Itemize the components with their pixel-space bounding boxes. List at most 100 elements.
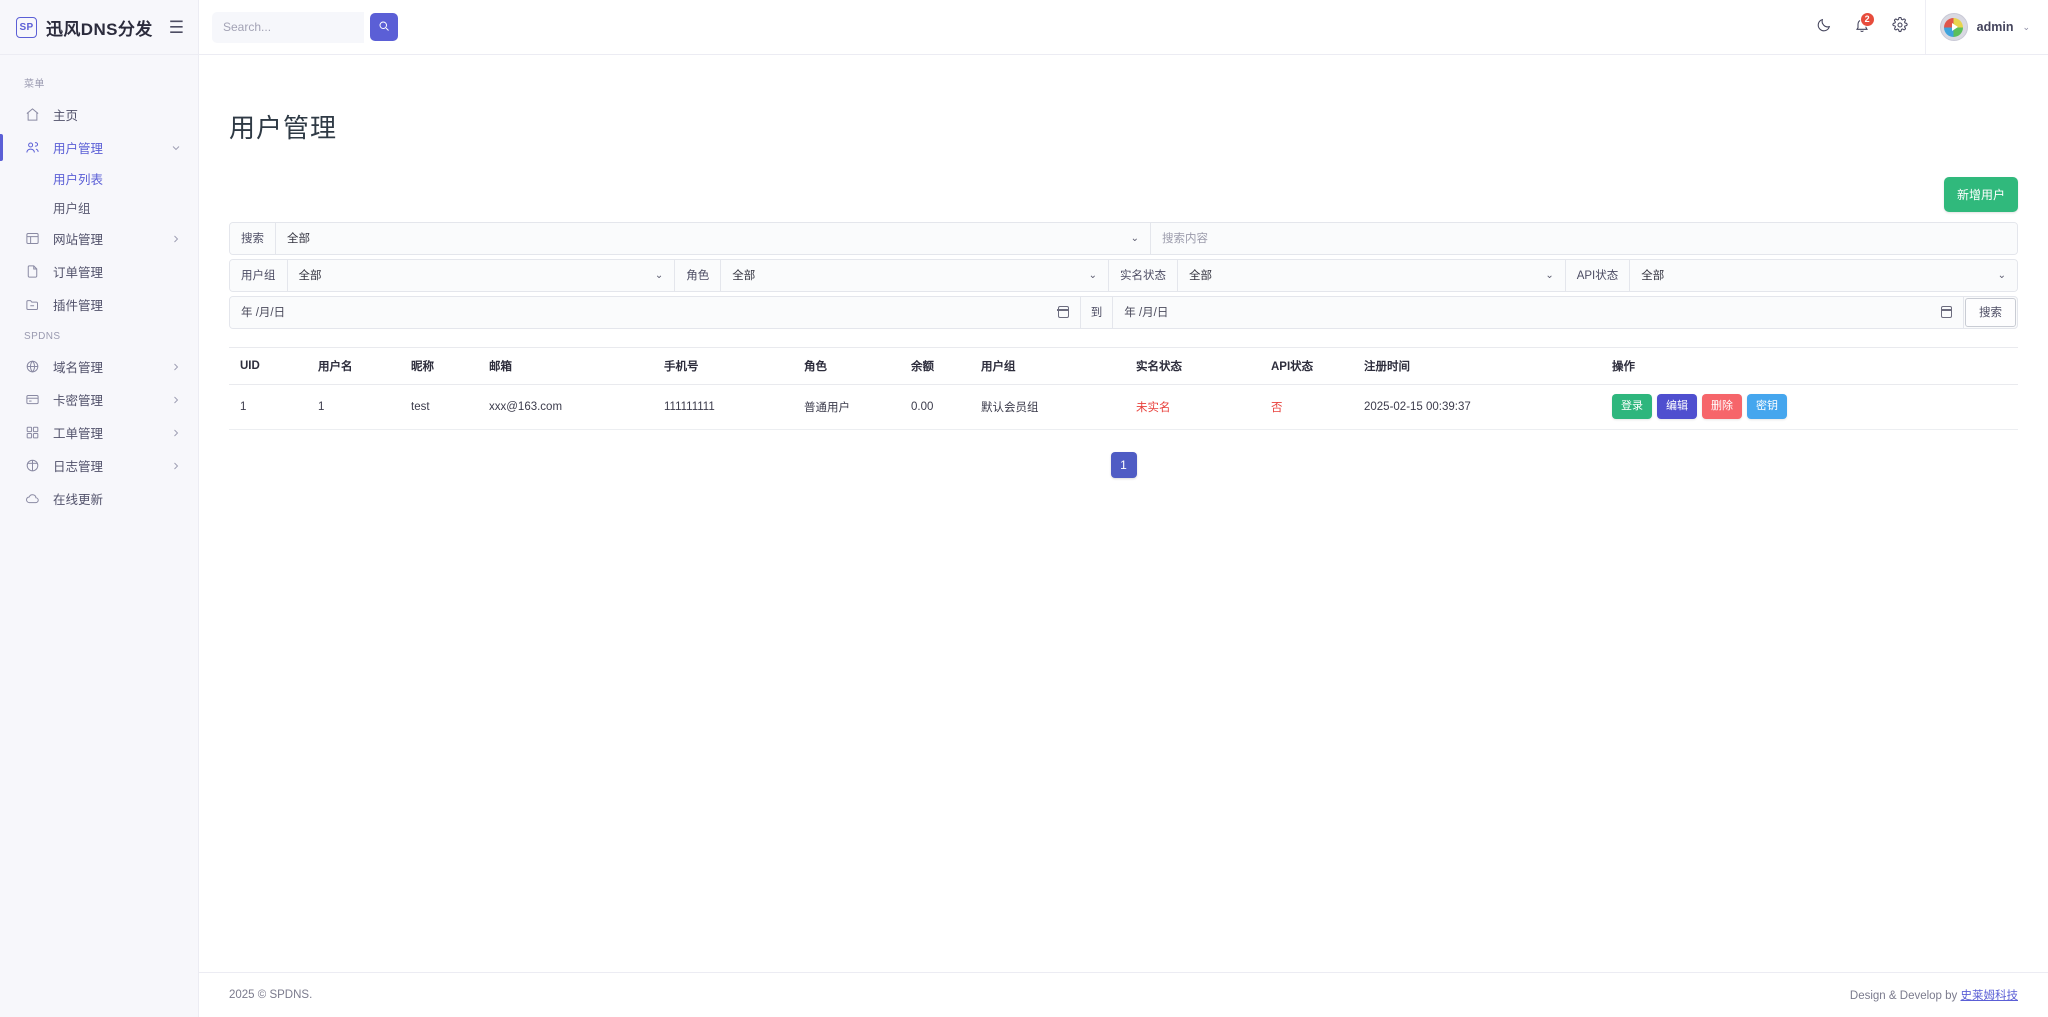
- sidebar-item-order-management[interactable]: 订单管理: [0, 255, 198, 288]
- filter-api-status-select[interactable]: 全部 ⌄: [1630, 259, 2017, 291]
- dark-mode-toggle[interactable]: [1805, 0, 1843, 55]
- footer-credit-link[interactable]: 史莱姆科技: [1961, 990, 2019, 1002]
- table-row: 1 1 test xxx@163.com 111111111 普通用户 0.00…: [229, 384, 2018, 430]
- user-table-head: UID 用户名 昵称 邮箱 手机号 角色 余额 用户组 实名状态 API状态 注…: [229, 346, 2018, 385]
- search-input[interactable]: [212, 11, 364, 43]
- footer-credit: Design & Develop by 史莱姆科技: [1850, 987, 2018, 1003]
- cell-user-group: 默认会员组: [970, 384, 1125, 430]
- filter-date-separator: 到: [1081, 296, 1114, 328]
- cell-nickname: test: [400, 384, 478, 430]
- cell-api-status: 否: [1260, 384, 1353, 430]
- chevron-right-icon[interactable]: [170, 427, 182, 439]
- filter-role-select[interactable]: 全部 ⌄: [721, 259, 1109, 291]
- row-delete-button[interactable]: 删除: [1702, 394, 1742, 420]
- moon-icon: [1816, 17, 1832, 38]
- row-edit-button[interactable]: 编辑: [1657, 394, 1697, 420]
- notification-badge: 2: [1859, 11, 1875, 27]
- cloud-icon: [24, 491, 40, 507]
- col-role: 角色: [793, 346, 900, 385]
- filter-keyword-placeholder: 搜索内容: [1162, 233, 1208, 246]
- sidebar-item-card-management-label: 卡密管理: [53, 394, 104, 408]
- filter-date-start[interactable]: 年 /月/日: [230, 296, 1081, 328]
- filter-search-button[interactable]: 搜索: [1965, 297, 2016, 327]
- filter-search-type-value: 全部: [287, 233, 310, 246]
- sidebar-subitem-user-list[interactable]: 用户列表: [0, 164, 198, 193]
- sidebar-item-card-management[interactable]: 卡密管理: [0, 383, 198, 416]
- page-toolbar: 新增用户: [199, 163, 2048, 212]
- gear-icon: [1892, 16, 1908, 38]
- pagination-page-1[interactable]: 1: [1110, 451, 1137, 478]
- filter-role-value: 全部: [732, 270, 756, 283]
- chevron-down-icon: ⌄: [1545, 269, 1554, 281]
- filter-realname-status-select[interactable]: 全部 ⌄: [1177, 259, 1566, 291]
- folder-icon: [24, 297, 40, 313]
- sidebar-item-user-management[interactable]: 用户管理: [0, 131, 198, 164]
- filter-keyword-input[interactable]: 搜索内容: [1151, 222, 2017, 254]
- brand-name: 迅风DNS分发: [46, 19, 153, 39]
- sidebar-item-domain-management[interactable]: 域名管理: [0, 350, 198, 383]
- sidebar-item-ticket-management[interactable]: 工单管理: [0, 416, 198, 449]
- grid-icon: [24, 425, 40, 441]
- sidebar-subitem-user-group[interactable]: 用户组: [0, 193, 198, 222]
- cell-balance: 0.00: [900, 384, 970, 430]
- notifications-button[interactable]: 2: [1843, 0, 1881, 55]
- sidebar-item-site-management[interactable]: 网站管理: [0, 222, 198, 255]
- chevron-down-icon: ⌄: [1997, 269, 2006, 281]
- sidebar-item-online-update[interactable]: 在线更新: [0, 482, 198, 515]
- calendar-icon[interactable]: [1940, 306, 1953, 319]
- chevron-down-icon: ⌄: [654, 269, 664, 281]
- filter-row-search: 搜索 全部 ⌄ 搜索内容: [229, 221, 2018, 255]
- sidebar-item-plugin-management-label: 插件管理: [53, 299, 104, 313]
- chevron-down-icon: ⌄: [1130, 232, 1139, 244]
- layout-icon: [24, 231, 40, 247]
- add-user-button[interactable]: 新增用户: [1943, 176, 2018, 212]
- filter-label-role: 角色: [675, 259, 722, 291]
- sidebar-item-log-management-label: 日志管理: [53, 460, 104, 474]
- filter-date-end[interactable]: 年 /月/日: [1113, 296, 1964, 328]
- col-balance: 余额: [900, 346, 970, 385]
- hamburger-icon[interactable]: ☰: [169, 19, 184, 36]
- chevron-right-icon[interactable]: [170, 394, 182, 406]
- pagination: 1: [229, 430, 2018, 478]
- search-button[interactable]: [370, 13, 398, 41]
- sidebar-section-menu: 菜单: [24, 79, 45, 90]
- chevron-right-icon[interactable]: [170, 361, 182, 373]
- settings-button[interactable]: [1881, 0, 1919, 55]
- user-table-body: 1 1 test xxx@163.com 111111111 普通用户 0.00…: [229, 384, 2018, 430]
- row-key-button[interactable]: 密钥: [1747, 394, 1787, 420]
- row-login-button[interactable]: 登录: [1612, 394, 1652, 420]
- chevron-down-icon: ⌄: [2022, 21, 2030, 32]
- calendar-icon[interactable]: [1057, 306, 1070, 319]
- col-actions: 操作: [1601, 346, 2018, 385]
- cell-username: 1: [307, 384, 400, 430]
- filter-user-group-value: 全部: [298, 270, 322, 283]
- cell-email: xxx@163.com: [478, 384, 653, 430]
- col-username: 用户名: [307, 346, 400, 385]
- cell-phone: 111111111: [653, 384, 793, 430]
- sidebar-item-log-management[interactable]: 日志管理: [0, 449, 198, 482]
- sidebar-item-order-management-label: 订单管理: [53, 266, 104, 280]
- avatar-play-icon: [1944, 17, 1964, 37]
- global-search: [212, 11, 398, 43]
- table-header-row: UID 用户名 昵称 邮箱 手机号 角色 余额 用户组 实名状态 API状态 注…: [229, 346, 2018, 385]
- filter-user-group-select[interactable]: 全部 ⌄: [287, 259, 676, 291]
- chevron-right-icon[interactable]: [170, 233, 182, 245]
- chevron-down-icon: ⌄: [1088, 269, 1097, 281]
- chevron-down-icon[interactable]: [170, 142, 182, 154]
- cell-register-time: 2025-02-15 00:39:37: [1353, 384, 1601, 430]
- sidebar-item-plugin-management[interactable]: 插件管理: [0, 288, 198, 321]
- chevron-right-icon[interactable]: [170, 460, 182, 472]
- user-name: admin: [1976, 20, 2014, 34]
- user-menu[interactable]: admin ⌄: [1924, 0, 2048, 54]
- brand-logo-badge: SP: [16, 16, 37, 38]
- filter-search-type-select[interactable]: 全部 ⌄: [276, 222, 1151, 254]
- cell-actions: 登录 编辑 删除 密钥: [1601, 384, 2018, 430]
- filter-date-start-value: 年 /月/日: [241, 307, 286, 320]
- footer-credit-prefix: Design & Develop by: [1849, 990, 1961, 1002]
- page-title: 用户管理: [229, 113, 338, 144]
- sidebar-item-home[interactable]: 主页: [0, 98, 198, 131]
- filter-label-api-status: API状态: [1565, 259, 1631, 291]
- col-api-status: API状态: [1260, 346, 1353, 385]
- sidebar-nav: 菜单 主页 用户管理 用户列表 用户组 网站管理 订单管理 插件管理 SPDNS…: [0, 55, 198, 1017]
- avatar: [1939, 13, 1968, 41]
